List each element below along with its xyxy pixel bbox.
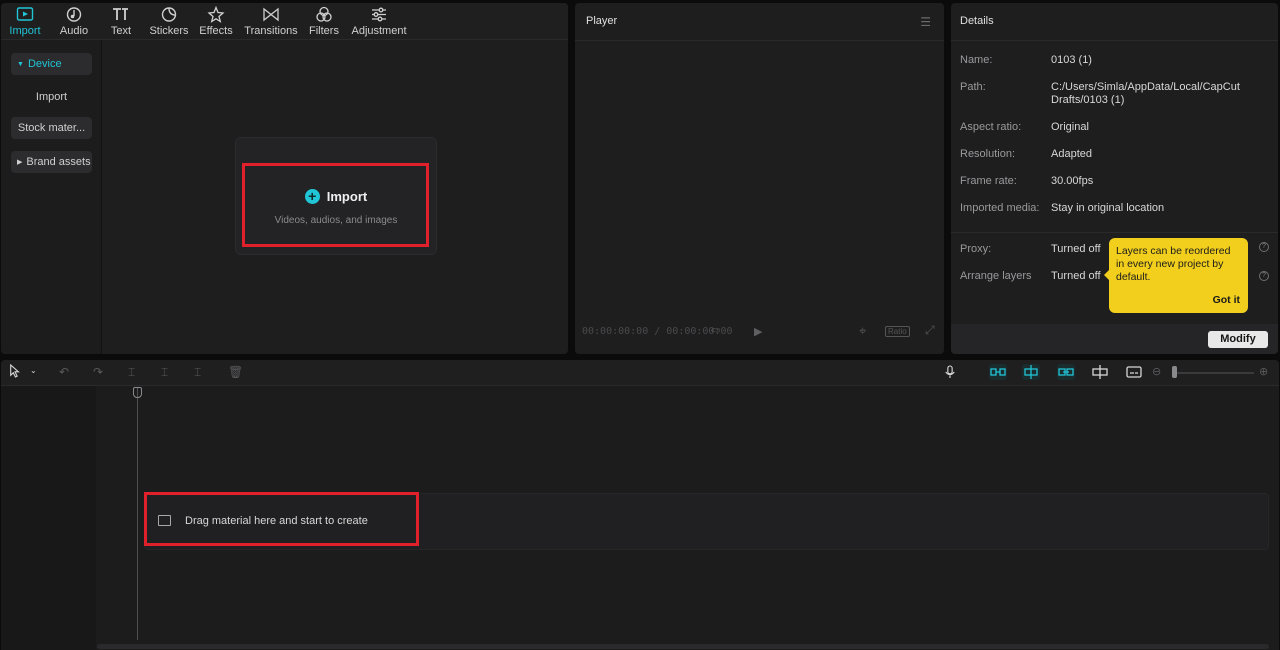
main-track-magnet-icon[interactable] <box>989 364 1007 380</box>
menu-icon[interactable]: ☰ <box>920 15 931 29</box>
select-cursor-icon[interactable] <box>9 363 21 381</box>
tab-text[interactable]: Text <box>105 3 137 40</box>
drag-hint: Drag material here and start to create <box>185 515 368 527</box>
audio-icon <box>66 7 82 22</box>
sidebar-item-import[interactable]: Import <box>11 86 92 108</box>
adjustment-icon <box>372 7 386 22</box>
ratio-button[interactable]: Ratio <box>885 326 910 337</box>
redo-icon[interactable]: ↷ <box>93 365 103 379</box>
player-title: Player <box>586 15 618 27</box>
expand-icon[interactable]: ⤢ <box>925 323 935 338</box>
highlight-box <box>242 163 429 247</box>
text-icon <box>113 8 128 20</box>
details-panel: Details Name: 0103 (1) Path: C:/Users/Si… <box>951 3 1278 354</box>
microphone-icon[interactable] <box>944 365 956 382</box>
tab-import[interactable]: Import <box>7 3 43 40</box>
timeline-panel: ⌄ ↶ ↷ ⌶ ⌶ ⌶ 🗑 ⊖ ⊕ Drag material here and… <box>1 360 1279 650</box>
got-it-button[interactable]: Got it <box>1213 294 1240 307</box>
split-right-icon[interactable]: ⌶ <box>194 365 201 380</box>
help-icon[interactable]: ? <box>1259 271 1269 281</box>
play-icon[interactable]: ▶ <box>754 325 762 338</box>
details-footer: Modify <box>951 324 1278 354</box>
media-sidebar: ▼ Device Import Stock mater... ▶ Brand a… <box>1 40 102 354</box>
import-button[interactable]: + Import <box>236 189 436 204</box>
film-icon <box>158 515 171 526</box>
effects-icon <box>207 6 225 23</box>
split-left-icon[interactable]: ⌶ <box>161 365 168 380</box>
sidebar-item-device[interactable]: ▼ Device <box>11 53 92 75</box>
details-title: Details <box>960 15 994 27</box>
caret-down-icon: ▼ <box>17 60 24 68</box>
modify-button[interactable]: Modify <box>1208 331 1268 348</box>
playhead[interactable] <box>137 388 138 640</box>
import-subtitle: Videos, audios, and images <box>274 215 398 226</box>
divider <box>951 40 1278 41</box>
divider <box>575 40 944 41</box>
auto-snap-icon[interactable] <box>1022 364 1040 380</box>
import-icon <box>16 7 34 21</box>
undo-icon[interactable]: ↶ <box>59 365 69 379</box>
plus-icon: + <box>304 189 320 204</box>
sidebar-item-stock-material[interactable]: Stock mater... <box>11 117 92 139</box>
chevron-down-icon[interactable]: ⌄ <box>30 366 37 375</box>
tab-filters[interactable]: Filters <box>307 3 341 40</box>
tab-stickers[interactable]: Stickers <box>148 3 190 40</box>
stickers-icon <box>161 7 177 22</box>
linkage-icon[interactable] <box>1057 364 1075 380</box>
focus-icon[interactable]: ⌖ <box>859 323 866 339</box>
timeline-toolbar: ⌄ ↶ ↷ ⌶ ⌶ ⌶ 🗑 ⊖ ⊕ <box>1 360 1279 386</box>
media-panel: Import Audio Text Stickers Effects Trans… <box>1 3 568 354</box>
delete-icon[interactable]: 🗑 <box>228 365 243 379</box>
subtitle-icon[interactable] <box>1125 364 1143 380</box>
media-toolbar: Import Audio Text Stickers Effects Trans… <box>1 3 568 40</box>
sidebar-item-brand-assets[interactable]: ▶ Brand assets <box>11 151 92 173</box>
horizontal-scrollbar[interactable] <box>97 644 1269 649</box>
tab-effects[interactable]: Effects <box>197 3 235 40</box>
tab-transitions[interactable]: Transitions <box>244 3 298 40</box>
player-timecode: 00:00:00:00 / 00:00:00:00 <box>582 326 733 337</box>
help-icon[interactable]: ? <box>1259 242 1269 252</box>
transitions-icon <box>263 7 279 22</box>
tab-adjustment[interactable]: Adjustment <box>351 3 407 40</box>
tooltip-text: Layers can be reordered in every new pro… <box>1116 245 1231 283</box>
preview-axis-icon[interactable] <box>1091 364 1109 380</box>
zoom-slider-handle[interactable] <box>1172 366 1177 378</box>
caret-right-icon: ▶ <box>17 159 23 166</box>
tab-audio[interactable]: Audio <box>56 3 92 40</box>
divider <box>951 232 1278 233</box>
fullscreen-toggle-icon[interactable]: ▭ <box>711 325 720 336</box>
layers-tooltip: Layers can be reordered in every new pro… <box>1104 238 1248 313</box>
player-panel: Player ☰ 00:00:00:00 / 00:00:00:00 ▭ ▶ ⌖… <box>575 3 944 354</box>
zoom-slider[interactable] <box>1176 372 1254 374</box>
track-header-column <box>1 386 96 650</box>
filters-icon <box>316 6 332 22</box>
import-dropzone[interactable]: + Import Videos, audios, and images <box>235 137 437 255</box>
playhead-handle[interactable] <box>133 387 142 398</box>
split-icon[interactable]: ⌶ <box>128 365 135 380</box>
zoom-out-icon[interactable]: ⊖ <box>1152 365 1161 378</box>
zoom-in-icon[interactable]: ⊕ <box>1259 365 1268 378</box>
